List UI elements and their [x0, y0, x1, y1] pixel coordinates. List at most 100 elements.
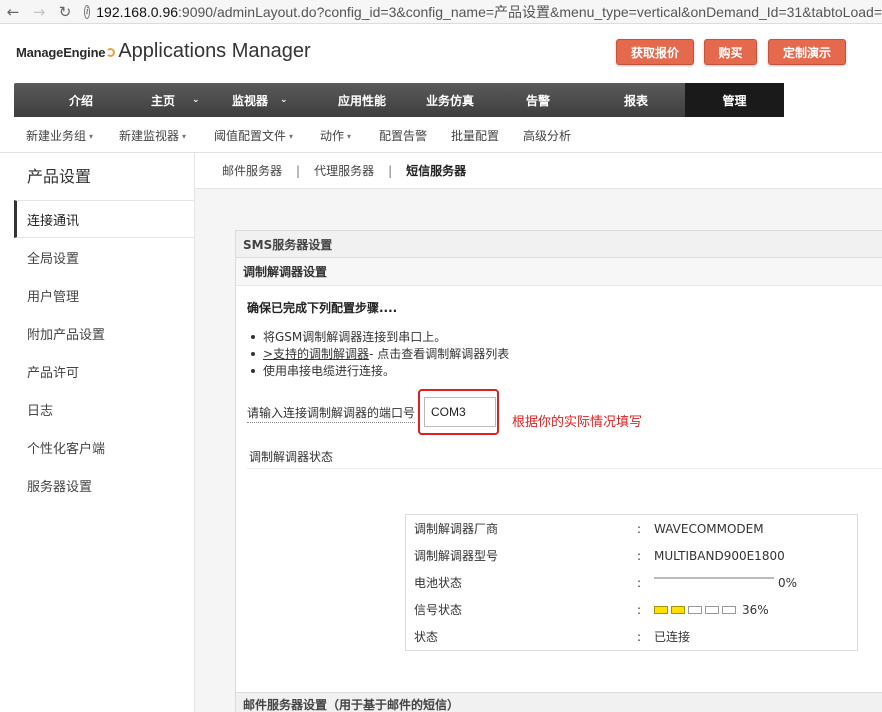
sidebar-item-global-settings[interactable]: 全局设置: [14, 238, 194, 276]
nav-monitors[interactable]: 监视器 ⌄: [210, 83, 290, 117]
battery-status: 0%: [654, 576, 797, 590]
mail-sms-panel-title: 邮件服务器设置（用于基于邮件的短信）: [235, 692, 882, 712]
sms-panel-title: SMS服务器设置: [236, 231, 882, 258]
sidebar-item-personalize-client[interactable]: 个性化客户端: [14, 428, 194, 466]
table-row: 信号状态 : 36%: [406, 596, 859, 623]
nav-app-performance[interactable]: 应用性能: [326, 83, 398, 117]
nav-intro[interactable]: 介绍: [50, 83, 112, 117]
nav-business-simulation[interactable]: 业务仿真: [414, 83, 486, 117]
table-row: 调制解调器厂商 : WAVECOMMODEM: [406, 515, 859, 542]
caret-down-icon: ▾: [182, 132, 187, 141]
subnav-threshold-profiles[interactable]: 阈值配置文件 ▾: [214, 127, 293, 144]
tab-sms-server[interactable]: 短信服务器: [406, 162, 466, 179]
reload-icon[interactable]: ↻: [52, 0, 78, 24]
bullet-icon: [251, 351, 255, 356]
subnav-new-monitor[interactable]: 新建监视器 ▾: [119, 127, 186, 144]
nav-alarms[interactable]: 告警: [510, 83, 566, 117]
model-label: 调制解调器型号: [414, 549, 499, 563]
nav-spacer: [784, 83, 882, 117]
sidebar-item-label: 附加产品设置: [27, 327, 106, 343]
sidebar-item-license[interactable]: 产品许可: [14, 352, 194, 390]
nav-business-simulation-label: 业务仿真: [425, 93, 474, 108]
step-text: 将GSM调制解调器连接到串口上。: [263, 330, 447, 344]
subnav-new-business-group-label: 新建业务组: [26, 129, 87, 143]
buy-button[interactable]: 购买: [704, 39, 757, 65]
state-value: 已连接: [654, 630, 691, 644]
logo-brand: ManageEngine: [16, 45, 106, 60]
custom-demo-button[interactable]: 定制演示: [768, 39, 846, 65]
subnav-new-business-group[interactable]: 新建业务组 ▾: [26, 127, 93, 144]
get-quote-button[interactable]: 获取报价: [616, 39, 694, 65]
nav-admin[interactable]: 管理: [685, 83, 784, 117]
nav-reports-label: 报表: [623, 93, 648, 108]
caret-down-icon: ▾: [89, 132, 94, 141]
subnav-bulk-config[interactable]: 批量配置: [451, 127, 499, 144]
url-path: :9090/adminLayout.do?config_id=3&config_…: [178, 3, 882, 20]
colon: :: [637, 602, 642, 617]
sub-nav: 新建业务组 ▾ 新建监视器 ▾ 阈值配置文件 ▾ 动作 ▾ 配置告警 批量配置 高级分析: [0, 117, 882, 153]
main-nav: 介绍 主页 ⌄ 监视器 ⌄ 应用性能 业务仿真 告警 报表 管理: [14, 83, 882, 117]
sidebar-item-label: 产品许可: [27, 365, 80, 381]
tab-separator: |: [388, 163, 393, 178]
colon: :: [637, 629, 642, 644]
modem-status-table: 调制解调器厂商 : WAVECOMMODEM 调制解调器型号 : MULTIBA…: [405, 514, 858, 651]
url-host: 192.168.0.96: [96, 3, 179, 20]
logo-swirl-icon: [106, 48, 116, 57]
main-content: 邮件服务器 | 代理服务器 | 短信服务器 SMS服务器设置 调制解调器设置 确…: [194, 153, 882, 712]
nav-home[interactable]: 主页 ⌄: [124, 83, 202, 117]
port-input[interactable]: [424, 397, 496, 427]
signal-value: 36%: [742, 602, 769, 617]
nav-reports[interactable]: 报表: [608, 83, 664, 117]
back-icon[interactable]: ←: [0, 0, 26, 24]
list-item: 使用串接电缆进行连接。: [251, 362, 509, 379]
nav-monitors-label: 监视器: [231, 93, 268, 108]
signal-bar: [654, 605, 668, 614]
sidebar-item-user-management[interactable]: 用户管理: [14, 276, 194, 314]
sidebar-item-label: 用户管理: [27, 289, 80, 305]
step-text: 使用串接电缆进行连接。: [263, 364, 396, 378]
subnav-configure-alarms[interactable]: 配置告警: [379, 127, 427, 144]
app-header: ManageEngine Applications Manager 获取报价 购…: [0, 24, 882, 82]
sidebar-item-logs[interactable]: 日志: [14, 390, 194, 428]
modem-status-title: 调制解调器状态: [249, 450, 334, 464]
tab-proxy-server[interactable]: 代理服务器: [314, 162, 374, 179]
subnav-actions[interactable]: 动作 ▾: [320, 127, 351, 144]
signal-bar: [671, 605, 685, 614]
logo-product: Applications Manager: [118, 40, 311, 62]
tab-mail-server[interactable]: 邮件服务器: [222, 162, 282, 179]
sidebar-item-label: 个性化客户端: [27, 441, 106, 457]
colon: :: [637, 521, 642, 536]
bullet-icon: [251, 334, 255, 339]
steps-list: 将GSM调制解调器连接到串口上。 >支持的调制解调器 - 点击查看调制解调器列表…: [251, 328, 509, 379]
signal-bar: [705, 605, 719, 614]
state-label: 状态: [414, 630, 439, 644]
server-tabs: 邮件服务器 | 代理服务器 | 短信服务器: [195, 153, 882, 189]
annotation-note: 根据你的实际情况填写: [512, 415, 643, 430]
caret-down-icon: ▾: [289, 132, 294, 141]
table-row: 电池状态 : 0%: [406, 569, 859, 596]
divider: [247, 468, 882, 469]
nav-alarms-label: 告警: [525, 93, 550, 108]
nav-admin-label: 管理: [722, 93, 747, 108]
subnav-actions-label: 动作: [320, 129, 345, 143]
sidebar-item-connection[interactable]: 连接通讯: [14, 200, 194, 238]
info-icon[interactable]: i: [84, 4, 91, 19]
signal-label: 信号状态: [414, 603, 463, 617]
signal-bar: [722, 605, 736, 614]
logo[interactable]: ManageEngine Applications Manager: [16, 40, 311, 63]
subnav-new-monitor-label: 新建监视器: [119, 129, 180, 143]
address-bar[interactable]: i 192.168.0.96:9090/adminLayout.do?confi…: [78, 1, 882, 23]
sidebar-item-addon-settings[interactable]: 附加产品设置: [14, 314, 194, 352]
forward-icon[interactable]: →: [26, 0, 52, 24]
steps-title: 确保已完成下列配置步骤....: [247, 301, 398, 315]
sidebar-item-server-settings[interactable]: 服务器设置: [14, 466, 194, 504]
subnav-configure-alarms-label: 配置告警: [379, 129, 428, 143]
colon: :: [637, 575, 642, 590]
signal-status: 36%: [654, 603, 769, 617]
supported-modems-link[interactable]: >支持的调制解调器: [263, 345, 369, 362]
subnav-advanced-analytics[interactable]: 高级分析: [523, 127, 571, 144]
battery-value: 0%: [778, 575, 798, 590]
model-value: MULTIBAND900E1800: [654, 548, 785, 563]
list-item: 将GSM调制解调器连接到串口上。: [251, 328, 509, 345]
browser-bar: ← → ↻ i 192.168.0.96:9090/adminLayout.do…: [0, 0, 882, 24]
